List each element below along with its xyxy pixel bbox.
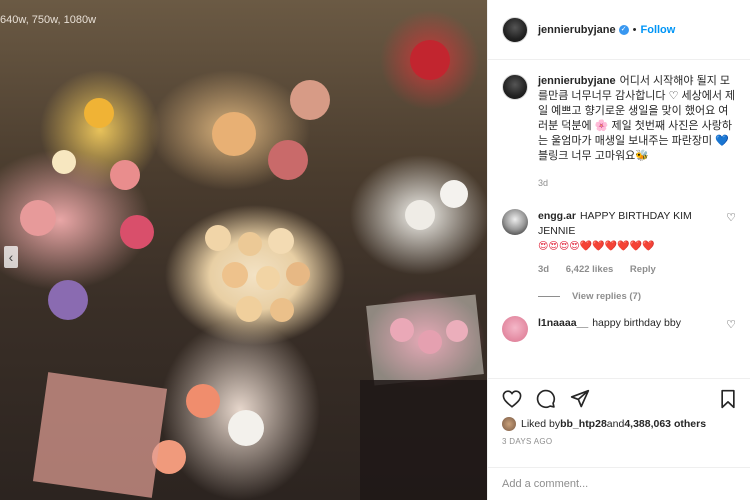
flower <box>268 228 294 254</box>
flower <box>52 150 76 174</box>
like-comment-heart-icon[interactable]: ♡ <box>726 211 736 224</box>
image-size-text: 640w, 750w, 1080w <box>0 14 97 26</box>
liked-by-and: and <box>606 418 625 430</box>
liked-by-count[interactable]: 4,388,063 others <box>624 418 706 430</box>
post-photo[interactable]: 640w, 750w, 1080w ‹ <box>0 0 487 500</box>
post-view: 640w, 750w, 1080w ‹ jennierubyjane ✓ • F… <box>0 0 750 500</box>
liker-avatar[interactable] <box>502 417 516 431</box>
flower <box>236 296 262 322</box>
comment-meta: 3d 6,422 likes Reply <box>538 262 720 277</box>
separator-dot: • <box>632 23 637 36</box>
liked-by-prefix: Liked by <box>521 418 561 430</box>
post-header: jennierubyjane ✓ • Follow <box>488 0 750 60</box>
flower <box>205 225 231 251</box>
post-actions: Liked by bb_htp28 and 4,388,063 others 3… <box>488 378 750 446</box>
flower <box>410 40 450 80</box>
caption-username[interactable]: jennierubyjane <box>538 75 616 87</box>
flower <box>290 80 330 120</box>
comment-item: l1naaaa__ happy birthday bby ♡ <box>502 316 736 342</box>
comment-text: happy birthday bby <box>592 317 681 329</box>
caption: jennierubyjane 어디서 시작해야 될지 모를만큼 너무너무 감사합니… <box>502 74 736 191</box>
flower <box>20 200 56 236</box>
bookmark-icon[interactable] <box>719 389 737 409</box>
flower <box>110 160 140 190</box>
comment-time[interactable]: 3d <box>538 264 549 275</box>
header-username[interactable]: jennierubyjane <box>538 24 616 36</box>
like-heart-icon[interactable] <box>502 390 522 408</box>
view-replies-label: View replies (7) <box>572 291 641 302</box>
avatar[interactable] <box>502 316 528 342</box>
reply-button[interactable]: Reply <box>630 264 656 275</box>
flower <box>84 98 114 128</box>
add-comment-input[interactable]: Add a comment... <box>488 467 750 500</box>
verified-badge-icon: ✓ <box>618 24 629 35</box>
flower <box>120 215 154 249</box>
flower <box>286 262 310 286</box>
post-date[interactable]: 3 DAYS AGO <box>502 437 737 446</box>
avatar[interactable] <box>502 74 528 100</box>
flower <box>270 298 294 322</box>
wrapping-paper <box>32 372 168 498</box>
flower <box>238 232 262 256</box>
replies-divider <box>538 296 560 297</box>
follow-button[interactable]: Follow <box>641 24 676 36</box>
flower <box>440 180 468 208</box>
caption-time[interactable]: 3d <box>538 176 736 191</box>
caption-text: 어디서 시작해야 될지 모를만큼 너무너무 감사합니다 ♡ 세상에서 제일 예쁘… <box>538 75 736 162</box>
avatar[interactable] <box>502 209 528 235</box>
comment-emojis: 😍😍😍😍❤️❤️❤️❤️❤️❤️ <box>538 241 655 252</box>
like-comment-heart-icon[interactable]: ♡ <box>726 318 736 331</box>
liked-by-user[interactable]: bb_htp28 <box>560 418 607 430</box>
previous-arrow-icon[interactable]: ‹ <box>4 246 18 268</box>
post-sidebar: jennierubyjane ✓ • Follow jennierubyjane… <box>487 0 750 500</box>
share-send-icon[interactable] <box>570 389 590 409</box>
comment-likes[interactable]: 6,422 likes <box>566 264 614 275</box>
comment-item: engg.ar HAPPY BIRTHDAY KIM JENNIE 😍😍😍😍❤️❤… <box>502 209 736 277</box>
wrapping-paper <box>366 294 484 386</box>
flower <box>212 112 256 156</box>
flower <box>268 140 308 180</box>
flower <box>228 410 264 446</box>
likes-summary: Liked by bb_htp28 and 4,388,063 others <box>502 417 737 431</box>
comment-username[interactable]: engg.ar <box>538 210 576 222</box>
flower <box>186 384 220 418</box>
comments-list[interactable]: jennierubyjane 어디서 시작해야 될지 모를만큼 너무너무 감사합니… <box>488 60 750 376</box>
avatar[interactable] <box>502 16 528 43</box>
action-icons <box>502 385 737 413</box>
comment-username[interactable]: l1naaaa__ <box>538 317 588 329</box>
flower <box>48 280 88 320</box>
flower <box>405 200 435 230</box>
comment-bubble-icon[interactable] <box>536 389 556 409</box>
flower <box>222 262 248 288</box>
view-replies-button[interactable]: View replies (7) <box>538 291 736 302</box>
gift-bag <box>360 380 487 500</box>
flower <box>256 266 280 290</box>
